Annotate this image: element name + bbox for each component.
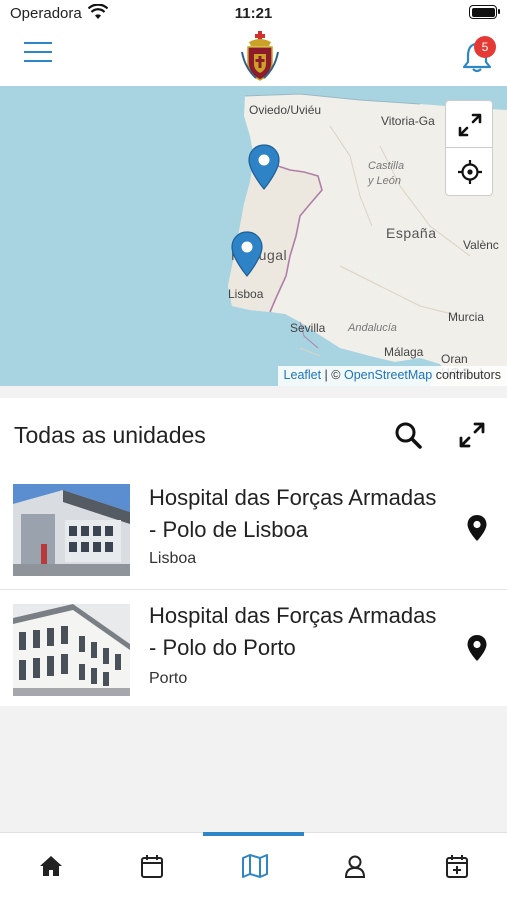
map-label-andalucia: Andalucía xyxy=(348,322,397,334)
location-pin-icon xyxy=(467,515,487,541)
map-label-lisboa: Lisboa xyxy=(228,287,264,301)
unit-name: Hospital das Forças Armadas - Polo do Po… xyxy=(149,603,437,660)
map-attribution: Leaflet | © OpenStreetMap contributors xyxy=(277,366,507,386)
crosshair-icon xyxy=(458,160,482,184)
calendar-plus-icon xyxy=(446,855,468,878)
tab-new-appointment[interactable] xyxy=(406,833,507,900)
location-pin-icon xyxy=(467,635,487,661)
unit-location-button[interactable] xyxy=(466,514,488,542)
map-pin-porto[interactable] xyxy=(248,144,280,190)
list-expand-button[interactable] xyxy=(457,420,487,450)
search-button[interactable] xyxy=(393,420,423,450)
expand-icon xyxy=(459,422,485,448)
map-label-murcia: Murcia xyxy=(448,310,485,324)
calendar-icon xyxy=(141,855,163,878)
menu-button[interactable] xyxy=(24,42,52,68)
clock: 11:21 xyxy=(234,5,273,22)
coat-of-arms-logo xyxy=(240,30,280,82)
tab-map[interactable] xyxy=(203,832,304,900)
map-view[interactable]: Oviedo/Uviéu Vitoria-Ga Castilla y León … xyxy=(0,86,507,386)
unit-list-item[interactable]: Hospital das Forças Armadas - Polo do Po… xyxy=(0,589,507,707)
status-bar: Operadora 11:21 xyxy=(0,0,507,26)
home-icon xyxy=(40,856,62,876)
unit-location-button[interactable] xyxy=(466,634,488,662)
menu-icon xyxy=(24,42,52,44)
unit-name: Hospital das Forças Armadas - Polo de Li… xyxy=(149,485,437,542)
map-marker-icon xyxy=(231,231,263,277)
app-header: 5 xyxy=(0,26,507,86)
units-panel: Todas as unidades Hospital das Forças Ar… xyxy=(0,398,507,706)
expand-icon xyxy=(458,113,482,137)
map-label-vitoria: Vitoria-Ga xyxy=(381,114,435,128)
map-label-castilla: Castilla xyxy=(368,160,405,172)
tab-profile[interactable] xyxy=(304,833,405,900)
map-fullscreen-button[interactable] xyxy=(445,100,493,148)
map-icon xyxy=(242,854,268,878)
battery-icon xyxy=(469,5,500,19)
bottom-tab-bar xyxy=(0,832,507,900)
search-icon xyxy=(395,422,422,449)
map-pin-lisboa[interactable] xyxy=(231,231,263,277)
unit-photo-lisboa xyxy=(13,484,130,576)
tab-home[interactable] xyxy=(0,833,101,900)
map-label-malaga: Málaga xyxy=(384,345,424,359)
unit-list-item[interactable]: Hospital das Forças Armadas - Polo de Li… xyxy=(0,470,507,588)
units-title: Todas as unidades xyxy=(14,422,206,448)
user-icon xyxy=(344,855,366,878)
map-label-leon: y León xyxy=(368,175,402,187)
map-label-oviedo: Oviedo/Uviéu xyxy=(249,103,322,117)
leaflet-link[interactable]: Leaflet xyxy=(284,368,322,382)
openstreetmap-link[interactable]: OpenStreetMap xyxy=(344,368,432,382)
notification-badge: 5 xyxy=(474,36,496,58)
map-label-espana: España xyxy=(386,225,437,241)
map-locate-button[interactable] xyxy=(445,148,493,196)
unit-city: Porto xyxy=(149,670,188,687)
unit-city: Lisboa xyxy=(149,550,197,567)
unit-photo-porto xyxy=(13,604,130,696)
map-label-sevilla: Sevilla xyxy=(290,321,326,335)
map-marker-icon xyxy=(248,144,280,190)
map-label-valencia: Valènc xyxy=(463,238,499,252)
tab-calendar[interactable] xyxy=(101,833,202,900)
